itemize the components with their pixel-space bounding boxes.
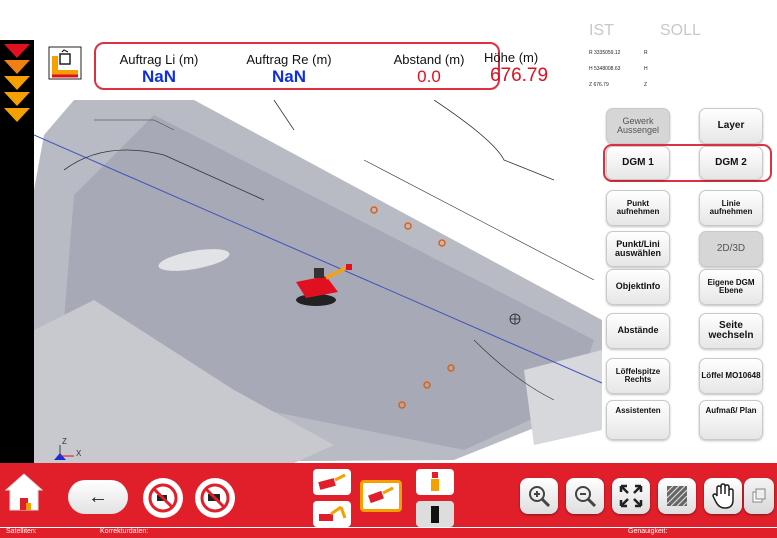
r-soll-value: R	[644, 50, 648, 56]
loeffel-button[interactable]: Löffel MO10648	[699, 358, 763, 394]
auftrag-li-label: Auftrag Li (m)	[119, 52, 199, 67]
h-soll-value: H	[644, 66, 648, 72]
zoom-out-icon	[575, 486, 597, 508]
hand-pan-icon	[712, 483, 734, 509]
fit-extent-icon	[619, 484, 643, 508]
chevron-down-icon	[4, 108, 30, 122]
hoehe-value: 676.79	[489, 65, 549, 86]
home-button[interactable]	[4, 470, 44, 514]
auftrag-li-value: NaN	[141, 67, 176, 86]
toggle-2d3d-button[interactable]: 2D/3D	[699, 231, 763, 267]
status-strip	[0, 0, 34, 463]
status-bar: Satelliten: Korrekturdaten: Genauigkeit:	[0, 527, 777, 538]
header: Auftrag Li (m) NaN Auftrag Re (m) NaN Ab…	[34, 0, 777, 100]
excavator-top-icon	[431, 472, 439, 491]
arrow-left-icon: ←	[88, 485, 108, 508]
layer-button[interactable]: Layer	[699, 108, 763, 144]
punkt-lini-auswaehlen-button[interactable]: Punkt/Lini auswählen	[606, 231, 670, 267]
axis-x-label: X	[76, 449, 82, 458]
excavator-mode-front-button[interactable]	[416, 501, 454, 527]
copy-icon	[752, 488, 766, 503]
chevron-down-icon	[4, 44, 30, 58]
h-ist-value: H 5348008.63	[589, 66, 621, 72]
zoom-in-button[interactable]	[520, 478, 558, 514]
excavator-icon	[318, 473, 346, 490]
terrain-view	[34, 100, 602, 463]
excavator-mode-arm-button[interactable]	[313, 501, 351, 527]
zoom-out-button[interactable]	[566, 478, 604, 514]
linie-aufnehmen-button[interactable]: Linie aufnehmen	[699, 190, 763, 226]
auftrag-re-value: NaN	[271, 67, 306, 86]
z-ist-value: Z 676.79	[589, 82, 609, 88]
auftrag-re-label: Auftrag Re (m)	[246, 52, 332, 67]
soll-label: SOLL	[660, 22, 701, 39]
map-3d-viewport[interactable]: Z X	[34, 100, 602, 463]
chevron-down-icon	[4, 60, 30, 74]
excavator-icon	[319, 505, 347, 521]
excavator-mode-top-button[interactable]	[416, 469, 454, 495]
fit-extent-button[interactable]	[612, 478, 650, 514]
back-button[interactable]: ←	[68, 480, 128, 514]
loeffelspitze-button[interactable]: Löffelspitze Rechts	[606, 358, 670, 394]
assistenten-button[interactable]: Assistenten	[606, 400, 670, 440]
measurement-panel: Auftrag Li (m) NaN Auftrag Re (m) NaN Ab…	[94, 42, 500, 90]
mute-button-1[interactable]	[143, 478, 183, 518]
hatch-icon	[666, 485, 688, 507]
hoehe-label: Höhe (m)	[484, 50, 539, 65]
copy-button[interactable]	[744, 478, 774, 514]
home-icon	[4, 473, 44, 511]
axis-z-label: Z	[62, 437, 67, 446]
chevron-down-icon	[4, 92, 30, 106]
abstand-value: 0.0	[417, 67, 441, 86]
pan-button[interactable]	[704, 478, 742, 514]
satelliten-label: Satelliten:	[6, 528, 37, 535]
chevron-down-icon	[4, 76, 30, 90]
mute-button-2[interactable]	[195, 478, 235, 518]
genauigkeit-label: Genauigkeit:	[628, 528, 668, 535]
abstaende-button[interactable]: Abstände	[606, 313, 670, 349]
prohibited-icon	[148, 483, 178, 513]
gewerk-button[interactable]: Gewerk Aussengel	[606, 108, 670, 144]
excavator-mode-3d-button[interactable]	[360, 480, 402, 512]
zoom-in-icon	[529, 486, 551, 508]
tool-panel: Gewerk Aussengel Layer DGM 1 DGM 2 Punkt…	[602, 100, 777, 463]
korrekturdaten-label: Korrekturdaten:	[100, 528, 149, 535]
excavator-icon	[368, 486, 394, 504]
excavator-mode-side-button[interactable]	[313, 469, 351, 495]
aufmass-plan-button[interactable]: Aufmaß/ Plan	[699, 400, 763, 440]
abstand-label: Abstand (m)	[393, 52, 465, 67]
app-logo-icon	[48, 46, 82, 80]
r-ist-value: R 3335059.12	[589, 50, 621, 56]
eigene-dgm-ebene-button[interactable]: Eigene DGM Ebene	[699, 269, 763, 305]
dgm1-button[interactable]: DGM 1	[606, 146, 670, 180]
objektinfo-button[interactable]: ObjektInfo	[606, 269, 670, 305]
hatch-button[interactable]	[658, 478, 696, 514]
ist-label: IST	[589, 22, 614, 39]
prohibited-icon	[200, 483, 230, 513]
excavator-front-icon	[431, 506, 439, 523]
seite-wechseln-button[interactable]: Seite wechseln	[699, 313, 763, 349]
punkt-aufnehmen-button[interactable]: Punkt aufnehmen	[606, 190, 670, 226]
dgm2-button[interactable]: DGM 2	[699, 146, 763, 180]
z-soll-value: Z	[644, 82, 648, 88]
